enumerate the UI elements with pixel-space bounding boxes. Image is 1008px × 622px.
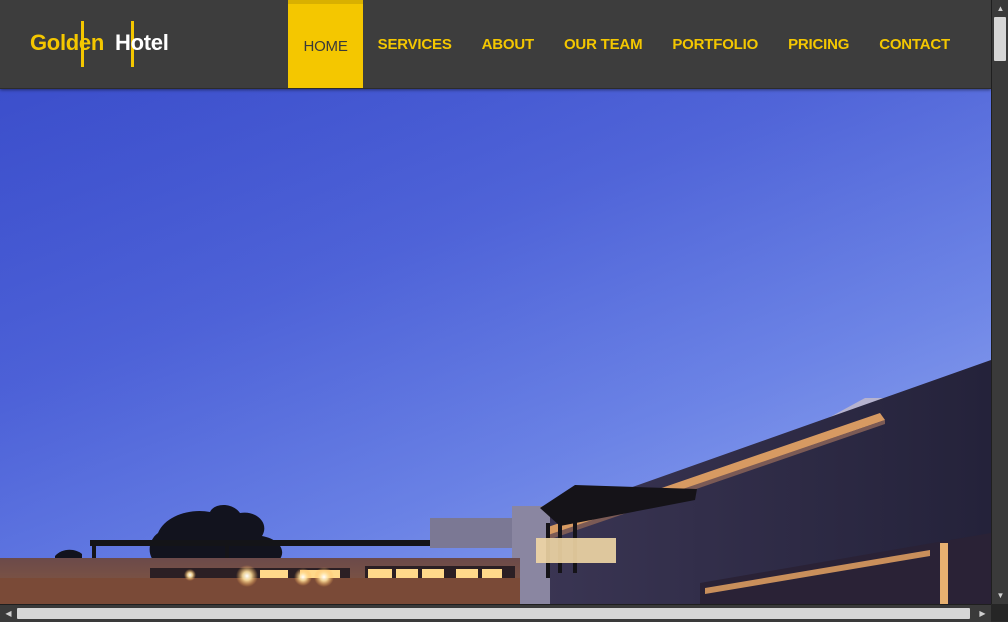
nav-item-about[interactable]: ABOUT bbox=[467, 0, 549, 88]
horizontal-scroll-thumb[interactable] bbox=[17, 608, 970, 619]
horizontal-scrollbar[interactable]: ◀ ▶ bbox=[0, 604, 991, 622]
nav-item-pricing[interactable]: PRICING bbox=[773, 0, 864, 88]
logo-word-hotel: Hotel bbox=[115, 30, 169, 55]
triangle-down-icon[interactable]: ▼ bbox=[992, 587, 1008, 604]
nav-item-our-team[interactable]: OUR TEAM bbox=[549, 0, 657, 88]
site-logo[interactable]: Golden Hotel bbox=[30, 20, 180, 68]
triangle-left-icon[interactable]: ◀ bbox=[0, 605, 17, 622]
nav-item-home[interactable]: HOME bbox=[288, 0, 363, 88]
scrollbar-corner bbox=[991, 604, 1008, 621]
nav-item-contact[interactable]: CONTACT bbox=[864, 0, 965, 88]
hero-banner bbox=[0, 88, 991, 604]
vertical-scrollbar[interactable]: ▲ ▼ bbox=[991, 0, 1008, 604]
navbar: Golden Hotel HOME SERVICES ABOUT OUR TEA… bbox=[0, 0, 991, 89]
hero-hotel-image bbox=[0, 88, 991, 604]
page-viewport: Golden Hotel HOME SERVICES ABOUT OUR TEA… bbox=[0, 0, 991, 604]
logo-word-golden: Golden bbox=[30, 30, 104, 55]
vertical-scroll-thumb[interactable] bbox=[994, 17, 1006, 61]
triangle-up-icon[interactable]: ▲ bbox=[992, 0, 1008, 17]
triangle-right-icon[interactable]: ▶ bbox=[974, 605, 991, 622]
nav-item-portfolio[interactable]: PORTFOLIO bbox=[657, 0, 773, 88]
main-menu: HOME SERVICES ABOUT OUR TEAM PORTFOLIO P… bbox=[288, 0, 965, 88]
nav-item-services[interactable]: SERVICES bbox=[363, 0, 467, 88]
